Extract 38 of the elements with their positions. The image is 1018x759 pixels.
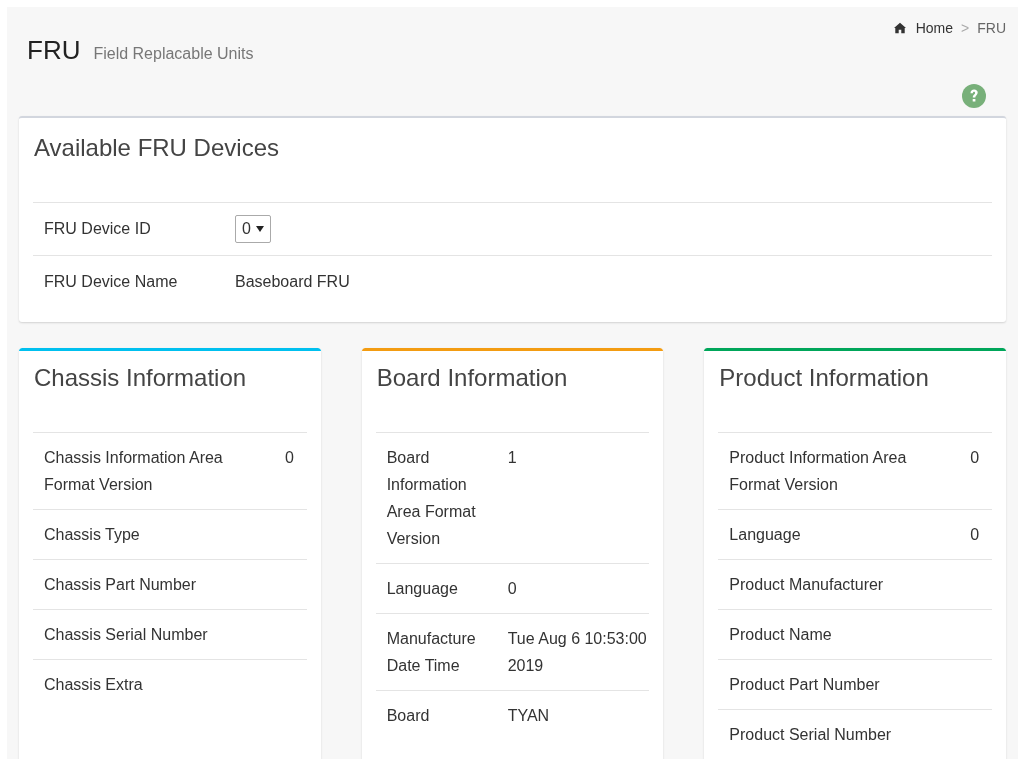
field-label: Product Name (729, 625, 833, 645)
home-icon (892, 22, 907, 34)
breadcrumb-current: FRU (977, 20, 1006, 36)
device-id-dropdown[interactable]: 0 (235, 215, 271, 243)
page-title: FRU (27, 35, 81, 66)
field-label: Chassis Serial Number (44, 625, 209, 645)
card-title: Available FRU Devices (33, 118, 992, 203)
field-value: TYAN (507, 706, 550, 726)
field-label: Chassis Information Area Format Version (44, 448, 224, 495)
field-label: Chassis Extra (44, 675, 144, 695)
field-value: 0 (970, 525, 980, 545)
field-label: Language (729, 525, 802, 545)
field-value: 0 (970, 448, 980, 468)
home-link[interactable]: Home (892, 20, 954, 36)
breadcrumb-separator: > (961, 20, 970, 36)
field-value: 0 (507, 579, 517, 599)
field-label: Product Information Area Format Version (729, 448, 908, 495)
field-label: Product Part Number (729, 675, 881, 695)
field-label: Product Manufacturer (729, 575, 885, 595)
field-value: 1 (507, 448, 517, 468)
field-value: Baseboard FRU (235, 273, 350, 291)
field-label: Manufacture Date Time (386, 629, 477, 676)
field-label: Language (386, 579, 459, 599)
field-label: FRU Device Name (44, 273, 179, 291)
card-title: Product Information (718, 352, 992, 433)
field-label: Product Serial Number (729, 725, 893, 745)
field-label: Chassis Type (44, 525, 141, 545)
field-label: Board (386, 706, 431, 726)
help-icon[interactable] (962, 84, 986, 108)
card-title: Chassis Information (33, 352, 307, 433)
field-value: Tue Aug 6 10:53:00 2019 (507, 629, 648, 676)
card-title: Board Information (375, 352, 650, 433)
page-subtitle: Field Replacable Units (93, 45, 254, 63)
field-label: FRU Device ID (44, 220, 152, 238)
field-value: 0 (285, 448, 294, 468)
caret-icon (255, 226, 264, 232)
field-label: Board Information Area Format Version (386, 448, 477, 549)
field-label: Chassis Part Number (44, 575, 198, 595)
